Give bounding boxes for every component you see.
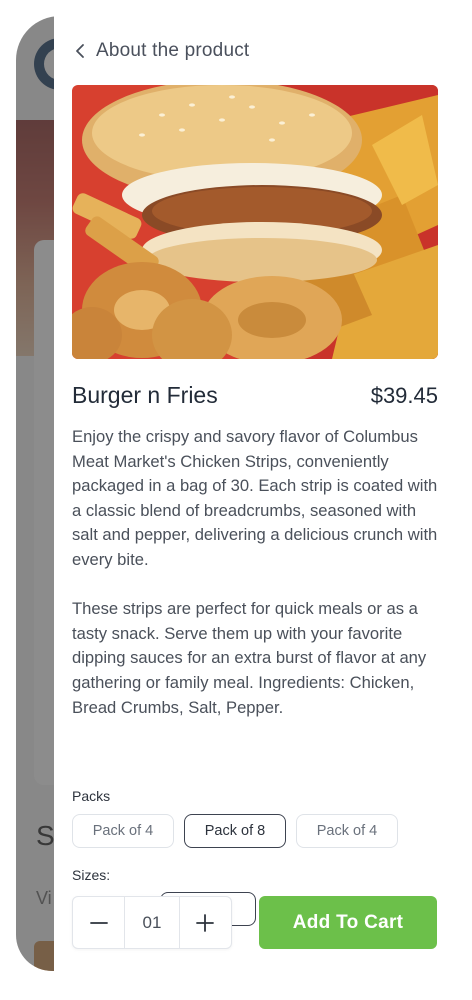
description-paragraph: These strips are perfect for quick meals… <box>72 599 427 717</box>
product-name: Burger n Fries <box>72 382 218 408</box>
cart-bar: 01 Add To Cart <box>54 890 456 971</box>
pack-options: Pack of 4 Pack of 8 Pack of 4 <box>72 814 398 848</box>
pack-option-selected[interactable]: Pack of 8 <box>184 814 286 848</box>
quantity-value[interactable]: 01 <box>124 897 180 948</box>
minus-icon[interactable] <box>73 897 124 948</box>
sheet-title: About the product <box>96 40 250 61</box>
pack-option[interactable]: Pack of 4 <box>72 814 174 848</box>
product-description: Enjoy the crispy and savory flavor of Co… <box>72 425 438 720</box>
product-image <box>72 85 438 359</box>
add-to-cart-button[interactable]: Add To Cart <box>259 896 437 949</box>
product-sheet: About the product Burger n Fries $39.45 … <box>54 16 456 971</box>
plus-icon[interactable] <box>180 897 231 948</box>
pack-option[interactable]: Pack of 4 <box>296 814 398 848</box>
phone-frame: S Vi About the product <box>0 0 472 1000</box>
packs-label: Packs <box>72 788 111 804</box>
quantity-stepper[interactable]: 01 <box>72 896 232 949</box>
product-price: $39.45 <box>370 383 438 408</box>
description-paragraph: Enjoy the crispy and savory flavor of Co… <box>72 427 438 569</box>
product-title-row: Burger n Fries $39.45 <box>72 382 438 409</box>
sizes-label: Sizes: <box>72 867 111 883</box>
chevron-left-icon[interactable] <box>74 43 86 59</box>
sheet-header[interactable]: About the product <box>74 38 249 64</box>
